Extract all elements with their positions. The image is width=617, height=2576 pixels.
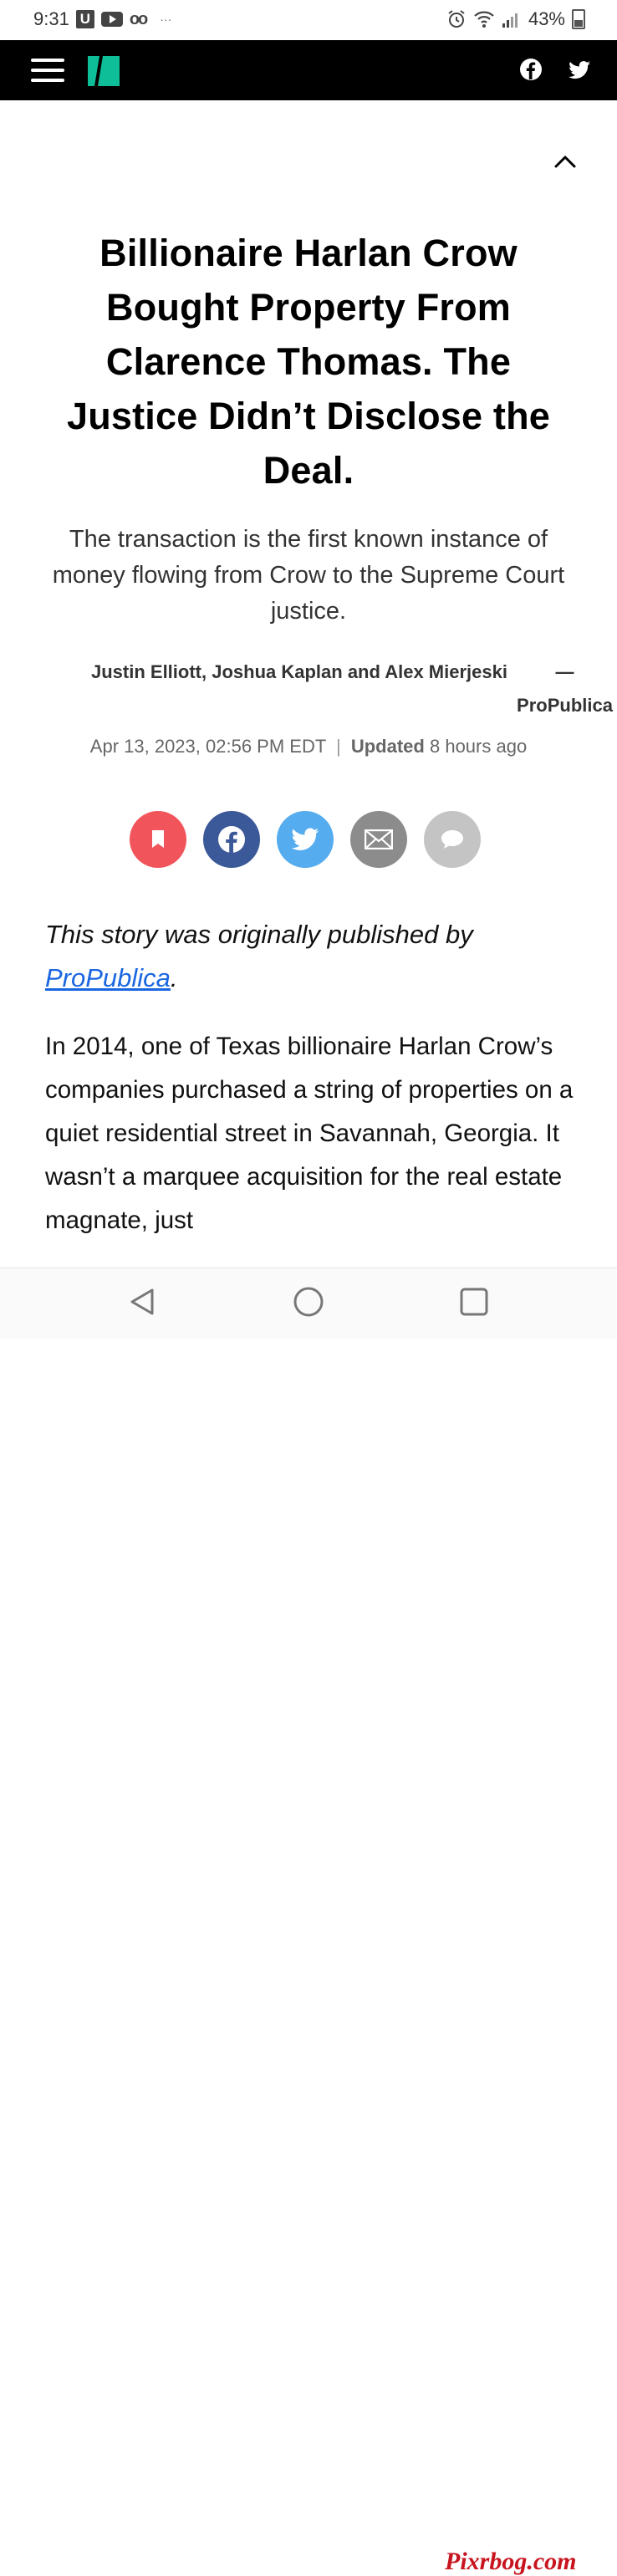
share-twitter-button[interactable] xyxy=(277,811,334,868)
byline: Justin Elliott, Joshua Kaplan and Alex M… xyxy=(50,655,613,722)
updated-label: Updated xyxy=(350,736,425,757)
propublica-link[interactable]: ProPublica xyxy=(45,963,171,992)
youtube-icon xyxy=(100,12,123,27)
bookmark-icon xyxy=(152,830,164,848)
comments-button[interactable] xyxy=(424,811,481,868)
date-separator: | xyxy=(336,736,341,757)
share-facebook-button[interactable] xyxy=(203,811,260,868)
status-time: 9:31 xyxy=(33,8,69,29)
alarm-icon xyxy=(448,10,465,28)
origin-prefix: This story was originally published by xyxy=(45,920,473,949)
site-header xyxy=(0,40,617,100)
chevron-up-icon[interactable] xyxy=(552,150,579,172)
signal-icon xyxy=(502,13,518,28)
huffpost-logo-icon[interactable] xyxy=(88,56,120,86)
more-notifications-icon: ··· xyxy=(160,13,172,26)
watermark: Pixrbog.com xyxy=(445,2548,577,2575)
facebook-icon xyxy=(218,826,245,853)
menu-icon[interactable] xyxy=(31,59,64,82)
status-bar: 9:31 U oo ··· 43% xyxy=(0,0,617,40)
origin-note: This story was originally published by P… xyxy=(45,913,572,1000)
back-icon[interactable] xyxy=(125,1285,159,1319)
author-names[interactable]: Justin Elliott, Joshua Kaplan and Alex M… xyxy=(69,655,530,689)
home-icon[interactable] xyxy=(292,1285,325,1319)
android-nav-bar: Pixrbog.com xyxy=(0,1268,617,2575)
article-body-paragraph: In 2014, one of Texas billionaire Harlan… xyxy=(45,1033,574,1234)
twitter-icon xyxy=(291,828,319,850)
share-email-button[interactable] xyxy=(350,811,407,868)
email-icon xyxy=(365,829,393,849)
byline-dash: — xyxy=(555,661,574,682)
u-app-icon: U xyxy=(75,10,94,28)
origin-suffix: . xyxy=(170,963,178,992)
battery-percent: 43% xyxy=(528,8,565,29)
wifi-icon xyxy=(474,11,494,28)
twitter-icon[interactable] xyxy=(567,57,592,82)
updated-value: 8 hours ago xyxy=(429,736,528,757)
dateline: Apr 13, 2023, 02:56 PM EDT | Updated 8 h… xyxy=(0,736,617,757)
voicemail-icon: oo xyxy=(129,9,148,28)
article-headline: Billionaire Harlan Crow Bought Property … xyxy=(66,232,551,492)
article-subhead: The transaction is the first known insta… xyxy=(52,526,565,625)
publish-date: Apr 13, 2023, 02:56 PM EDT xyxy=(89,736,326,757)
share-bar xyxy=(130,811,481,868)
source-name[interactable]: ProPublica xyxy=(508,689,617,722)
comment-icon xyxy=(441,830,463,849)
recents-icon[interactable] xyxy=(457,1285,491,1319)
facebook-icon[interactable] xyxy=(518,57,543,82)
battery-icon xyxy=(572,9,585,29)
bookmark-button[interactable] xyxy=(130,811,186,868)
